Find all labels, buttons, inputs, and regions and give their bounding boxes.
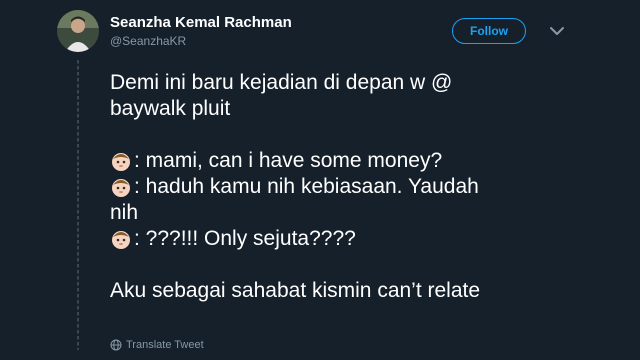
tweet-line-text: : ???!!! Only sejuta????: [134, 227, 356, 250]
author-handle[interactable]: @SeanzhaKR: [110, 34, 186, 48]
baby-face-emoji-icon: [112, 231, 130, 249]
tweet-line: Demi ini baru kejadian di depan w @: [110, 71, 453, 94]
baby-face-emoji-icon: [112, 153, 130, 171]
chevron-down-icon[interactable]: [549, 24, 565, 38]
baby-face-emoji-icon: [112, 179, 130, 197]
tweet-line: baywalk pluit: [110, 97, 231, 120]
tweet-line: Aku sebagai sahabat kismin can’t relate: [110, 279, 481, 302]
avatar-photo-icon: [57, 10, 99, 52]
avatar[interactable]: [57, 10, 99, 52]
tweet-text: Demi ini baru kejadian di depan w @ bayw…: [110, 70, 610, 304]
follow-button[interactable]: Follow: [452, 18, 526, 44]
tweet-line: : ???!!! Only sejuta????: [110, 226, 610, 252]
thread-line: [77, 60, 79, 350]
tweet-line-text: : haduh kamu nih kebiasaan. Yaudah: [134, 175, 479, 198]
author-name[interactable]: Seanzha Kemal Rachman: [110, 14, 292, 31]
tweet-card: Seanzha Kemal Rachman @SeanzhaKR Follow …: [0, 0, 640, 360]
tweet-line: : haduh kamu nih kebiasaan. Yaudah: [110, 174, 610, 200]
globe-icon: [110, 339, 122, 351]
tweet-line-text: : mami, can i have some money?: [134, 149, 443, 172]
tweet-line: : mami, can i have some money?: [110, 148, 610, 174]
translate-label: Translate Tweet: [126, 339, 204, 351]
translate-tweet-link[interactable]: Translate Tweet: [110, 339, 204, 351]
tweet-line: nih: [110, 201, 139, 224]
